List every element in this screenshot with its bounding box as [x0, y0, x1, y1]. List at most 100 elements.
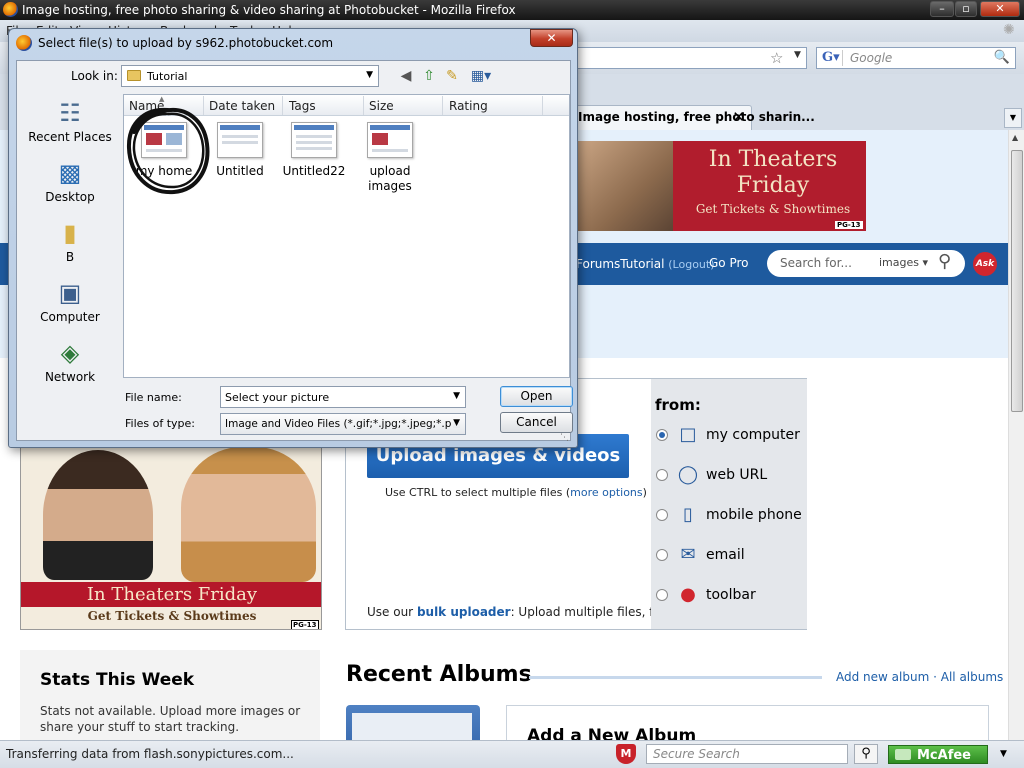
rating-badge: PG-13: [291, 620, 319, 629]
ad-portrait: [577, 141, 673, 231]
col-size[interactable]: Size: [369, 99, 394, 113]
scroll-up-icon[interactable]: ▲: [1012, 133, 1018, 142]
window-titlebar: Image hosting, free photo sharing & vide…: [0, 0, 1024, 20]
minimize-button[interactable]: –: [930, 1, 954, 17]
source-web-url[interactable]: ◯ web URL: [656, 463, 806, 487]
dialog-title: Select file(s) to upload by s962.photobu…: [38, 36, 334, 50]
source-mobile-phone[interactable]: ▯ mobile phone: [656, 503, 806, 527]
computer-icon: ▣: [58, 279, 82, 307]
chevron-down-icon[interactable]: ▼: [453, 391, 460, 401]
movie-banner-ad[interactable]: In Theaters Friday Get Tickets & Showtime…: [577, 141, 866, 231]
search-icon[interactable]: ⚲: [938, 251, 951, 272]
browser-search-placeholder: Google: [850, 51, 893, 65]
source-radio[interactable]: [656, 469, 668, 481]
dialog-body: Look in: Tutorial ▼ ◀ ⇧ ✎ ▦▾ ☷ Recent Pl…: [16, 60, 573, 443]
place-computer[interactable]: ▣ Computer: [21, 278, 119, 336]
source-radio[interactable]: [656, 429, 668, 441]
scrollbar-thumb[interactable]: [1011, 150, 1023, 412]
search-icon[interactable]: 🔍: [994, 50, 1010, 65]
tab-title: Image hosting, free photo sharin...: [578, 110, 815, 124]
resize-grip-icon[interactable]: ⋱: [560, 433, 569, 443]
ad-subtext: Get Tickets & Showtimes: [87, 609, 257, 623]
source-radio[interactable]: [656, 549, 668, 561]
view-menu-icon[interactable]: ▦▾: [468, 67, 494, 85]
bookmark-star-icon[interactable]: ☆: [770, 49, 783, 67]
ad-actor-photo: [43, 450, 153, 580]
rating-badge: PG-13: [835, 221, 863, 229]
phone-icon: ▯: [683, 504, 693, 525]
open-button[interactable]: Open: [500, 386, 573, 407]
back-icon[interactable]: ◀: [397, 67, 415, 85]
user-folder-icon: ▮: [63, 219, 77, 247]
file-name-input[interactable]: Select your picture ▼: [220, 386, 466, 408]
column-divider[interactable]: [542, 96, 543, 115]
ad-band-text: In Theaters Friday: [21, 582, 321, 607]
url-history-dropdown-icon[interactable]: ▼: [794, 50, 801, 60]
column-divider[interactable]: [203, 96, 204, 115]
page-scrollbar[interactable]: ▲: [1008, 130, 1024, 740]
album-links: Add new album · All albums: [836, 670, 1004, 684]
tab-list-dropdown[interactable]: ▼: [1004, 108, 1022, 128]
album-thumbnail[interactable]: [346, 705, 480, 740]
column-divider[interactable]: [442, 96, 443, 115]
add-new-album-link[interactable]: Add new album: [836, 670, 929, 684]
recent-places-icon: ☷: [59, 99, 81, 127]
username-link[interactable]: ForumsTutorial: [576, 257, 664, 271]
col-rating[interactable]: Rating: [449, 99, 488, 113]
look-in-label: Look in:: [71, 69, 118, 83]
place-network[interactable]: ◈ Network: [21, 338, 119, 396]
movie-poster-ad[interactable]: In Theaters Friday Get Tickets & Showtim…: [20, 446, 322, 630]
more-options-link[interactable]: more options: [570, 486, 643, 499]
source-toolbar[interactable]: ● toolbar: [656, 583, 806, 607]
source-radio[interactable]: [656, 589, 668, 601]
up-folder-icon[interactable]: ⇧: [420, 67, 438, 85]
column-divider[interactable]: [363, 96, 364, 115]
ask-logo[interactable]: Ask: [973, 252, 997, 276]
column-divider[interactable]: [282, 96, 283, 115]
place-recent-places[interactable]: ☷ Recent Places: [21, 98, 119, 156]
file-name: upload images: [368, 164, 412, 193]
source-radio[interactable]: [656, 509, 668, 521]
site-search-box[interactable]: Search for... images ▾ ⚲: [767, 250, 965, 277]
maximize-button[interactable]: ▫: [955, 1, 977, 17]
search-scope-select[interactable]: images ▾: [879, 256, 928, 269]
firefox-icon: [3, 2, 18, 17]
source-my-computer[interactable]: □ my computer: [656, 423, 806, 447]
cancel-button[interactable]: Cancel: [500, 412, 573, 433]
col-date-taken[interactable]: Date taken: [209, 99, 275, 113]
chevron-down-icon[interactable]: ▼: [453, 418, 460, 428]
tab-photobucket[interactable]: Image hosting, free photo sharin... ✕: [567, 105, 815, 130]
file-item[interactable]: upload images: [358, 122, 422, 202]
go-pro-link[interactable]: Go Pro: [709, 256, 749, 270]
envelope-icon: ✉: [680, 544, 696, 565]
recent-albums-heading: Recent Albums: [346, 662, 532, 687]
tab-close-icon[interactable]: ✕: [732, 108, 745, 126]
new-folder-icon[interactable]: ✎: [443, 67, 461, 85]
file-item[interactable]: Untitled: [208, 122, 272, 202]
look-in-select[interactable]: Tutorial ▼: [121, 65, 379, 87]
place-desktop[interactable]: ▩ Desktop: [21, 158, 119, 216]
ask-icon: ●: [680, 584, 696, 605]
dialog-close-button[interactable]: ✕: [530, 29, 573, 47]
logout-link[interactable]: (Logout): [668, 258, 714, 271]
chevron-down-icon[interactable]: ▼: [1000, 749, 1007, 759]
chevron-down-icon: ▼: [366, 70, 373, 80]
secure-search-input[interactable]: Secure Search: [646, 744, 848, 764]
google-engine-icon[interactable]: G▾: [819, 50, 843, 66]
col-tags[interactable]: Tags: [289, 99, 316, 113]
source-email[interactable]: ✉ email: [656, 543, 806, 567]
all-albums-link[interactable]: All albums: [941, 670, 1004, 684]
browser-search-box[interactable]: G▾ Google 🔍: [816, 47, 1016, 69]
close-window-button[interactable]: ✕: [980, 1, 1020, 17]
search-icon[interactable]: ⚲: [854, 744, 878, 764]
file-type-select[interactable]: Image and Video Files (*.gif;*.jpg;*.jpe…: [220, 413, 466, 435]
bulk-uploader-link[interactable]: bulk uploader: [417, 605, 511, 619]
mcafee-badge[interactable]: McAfee: [888, 745, 988, 764]
mcafee-shield-icon[interactable]: M: [616, 744, 636, 764]
stats-heading: Stats This Week: [40, 670, 195, 690]
place-user-folder[interactable]: ▮ B: [21, 218, 119, 276]
col-name[interactable]: Name: [129, 99, 164, 113]
file-item[interactable]: Untitled22: [282, 122, 346, 202]
file-item[interactable]: my home: [132, 122, 196, 202]
file-list[interactable]: ▲ Name Date taken Tags Size Rating my ho…: [123, 94, 570, 378]
